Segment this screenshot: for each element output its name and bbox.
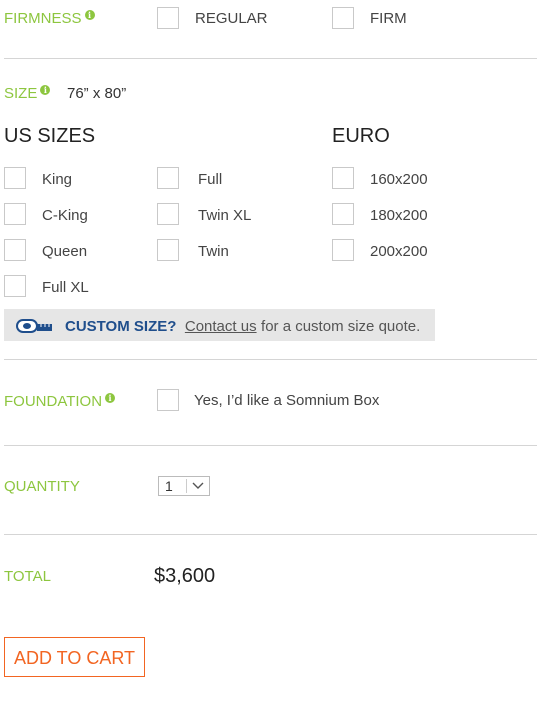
- divider: [4, 445, 537, 446]
- quantity-label: QUANTITY: [4, 478, 80, 495]
- firmness-firm-label: FIRM: [370, 10, 407, 27]
- size-full-label: Full: [198, 171, 223, 188]
- chevron-down-icon: [192, 482, 204, 489]
- size-200x200-label: 200x200: [370, 243, 428, 260]
- custom-size-lead: CUSTOM SIZE?: [65, 318, 177, 335]
- size-twin-checkbox[interactable]: [157, 239, 179, 261]
- quantity-value: 1: [165, 478, 173, 494]
- size-label-text: SIZE: [4, 85, 38, 102]
- firmness-regular-label: REGULAR: [195, 10, 268, 27]
- size-king-checkbox[interactable]: [4, 167, 26, 189]
- info-icon[interactable]: i: [105, 393, 116, 403]
- foundation-label-text: FOUNDATION: [4, 393, 103, 410]
- divider: [4, 359, 537, 360]
- size-full-xl-checkbox[interactable]: [4, 275, 26, 297]
- tape-measure-icon: [16, 319, 52, 333]
- size-king-label: King: [42, 171, 73, 188]
- size-180x200-label: 180x200: [370, 207, 428, 224]
- select-separator: [186, 479, 187, 493]
- foundation-option-label: Yes, I’d like a Somnium Box: [194, 392, 380, 409]
- firmness-regular-checkbox[interactable]: [157, 7, 179, 29]
- custom-size-rest: for a custom size quote.: [261, 318, 421, 335]
- size-full-xl-label: Full XL: [42, 279, 89, 296]
- size-twin-xl-checkbox[interactable]: [157, 203, 179, 225]
- size-c-king-checkbox[interactable]: [4, 203, 26, 225]
- size-label: SIZE i: [4, 85, 51, 102]
- size-200x200-checkbox[interactable]: [332, 239, 354, 261]
- firmness-label: FIRMNESS i: [4, 10, 95, 27]
- add-to-cart-button[interactable]: ADD TO CART: [4, 637, 145, 677]
- quantity-select[interactable]: 1: [158, 476, 210, 496]
- foundation-checkbox[interactable]: [157, 389, 179, 411]
- size-dimensions: 76” x 80”: [67, 85, 127, 102]
- divider: [4, 58, 537, 59]
- info-icon[interactable]: i: [84, 10, 95, 20]
- size-twin-xl-label: Twin XL: [198, 207, 252, 224]
- size-160x200-checkbox[interactable]: [332, 167, 354, 189]
- total-price: $3,600: [154, 565, 216, 587]
- size-160x200-label: 160x200: [370, 171, 428, 188]
- us-sizes-heading: US SIZES: [4, 125, 96, 147]
- size-c-king-label: C-King: [42, 207, 88, 224]
- contact-us-link[interactable]: Contact us: [185, 318, 257, 335]
- size-180x200-checkbox[interactable]: [332, 203, 354, 225]
- custom-size-text: CUSTOM SIZE? Contact us for a custom siz…: [65, 318, 420, 336]
- firmness-label-text: FIRMNESS: [4, 10, 82, 27]
- size-queen-checkbox[interactable]: [4, 239, 26, 261]
- size-queen-label: Queen: [42, 243, 88, 260]
- foundation-label: FOUNDATION i: [4, 393, 116, 410]
- euro-heading: EURO: [332, 125, 390, 147]
- size-twin-label: Twin: [198, 243, 229, 260]
- info-icon[interactable]: i: [40, 85, 51, 95]
- total-label: TOTAL: [4, 568, 51, 585]
- firmness-firm-checkbox[interactable]: [332, 7, 354, 29]
- size-full-checkbox[interactable]: [157, 167, 179, 189]
- custom-size-banner: CUSTOM SIZE? Contact us for a custom siz…: [4, 309, 435, 341]
- divider: [4, 534, 537, 535]
